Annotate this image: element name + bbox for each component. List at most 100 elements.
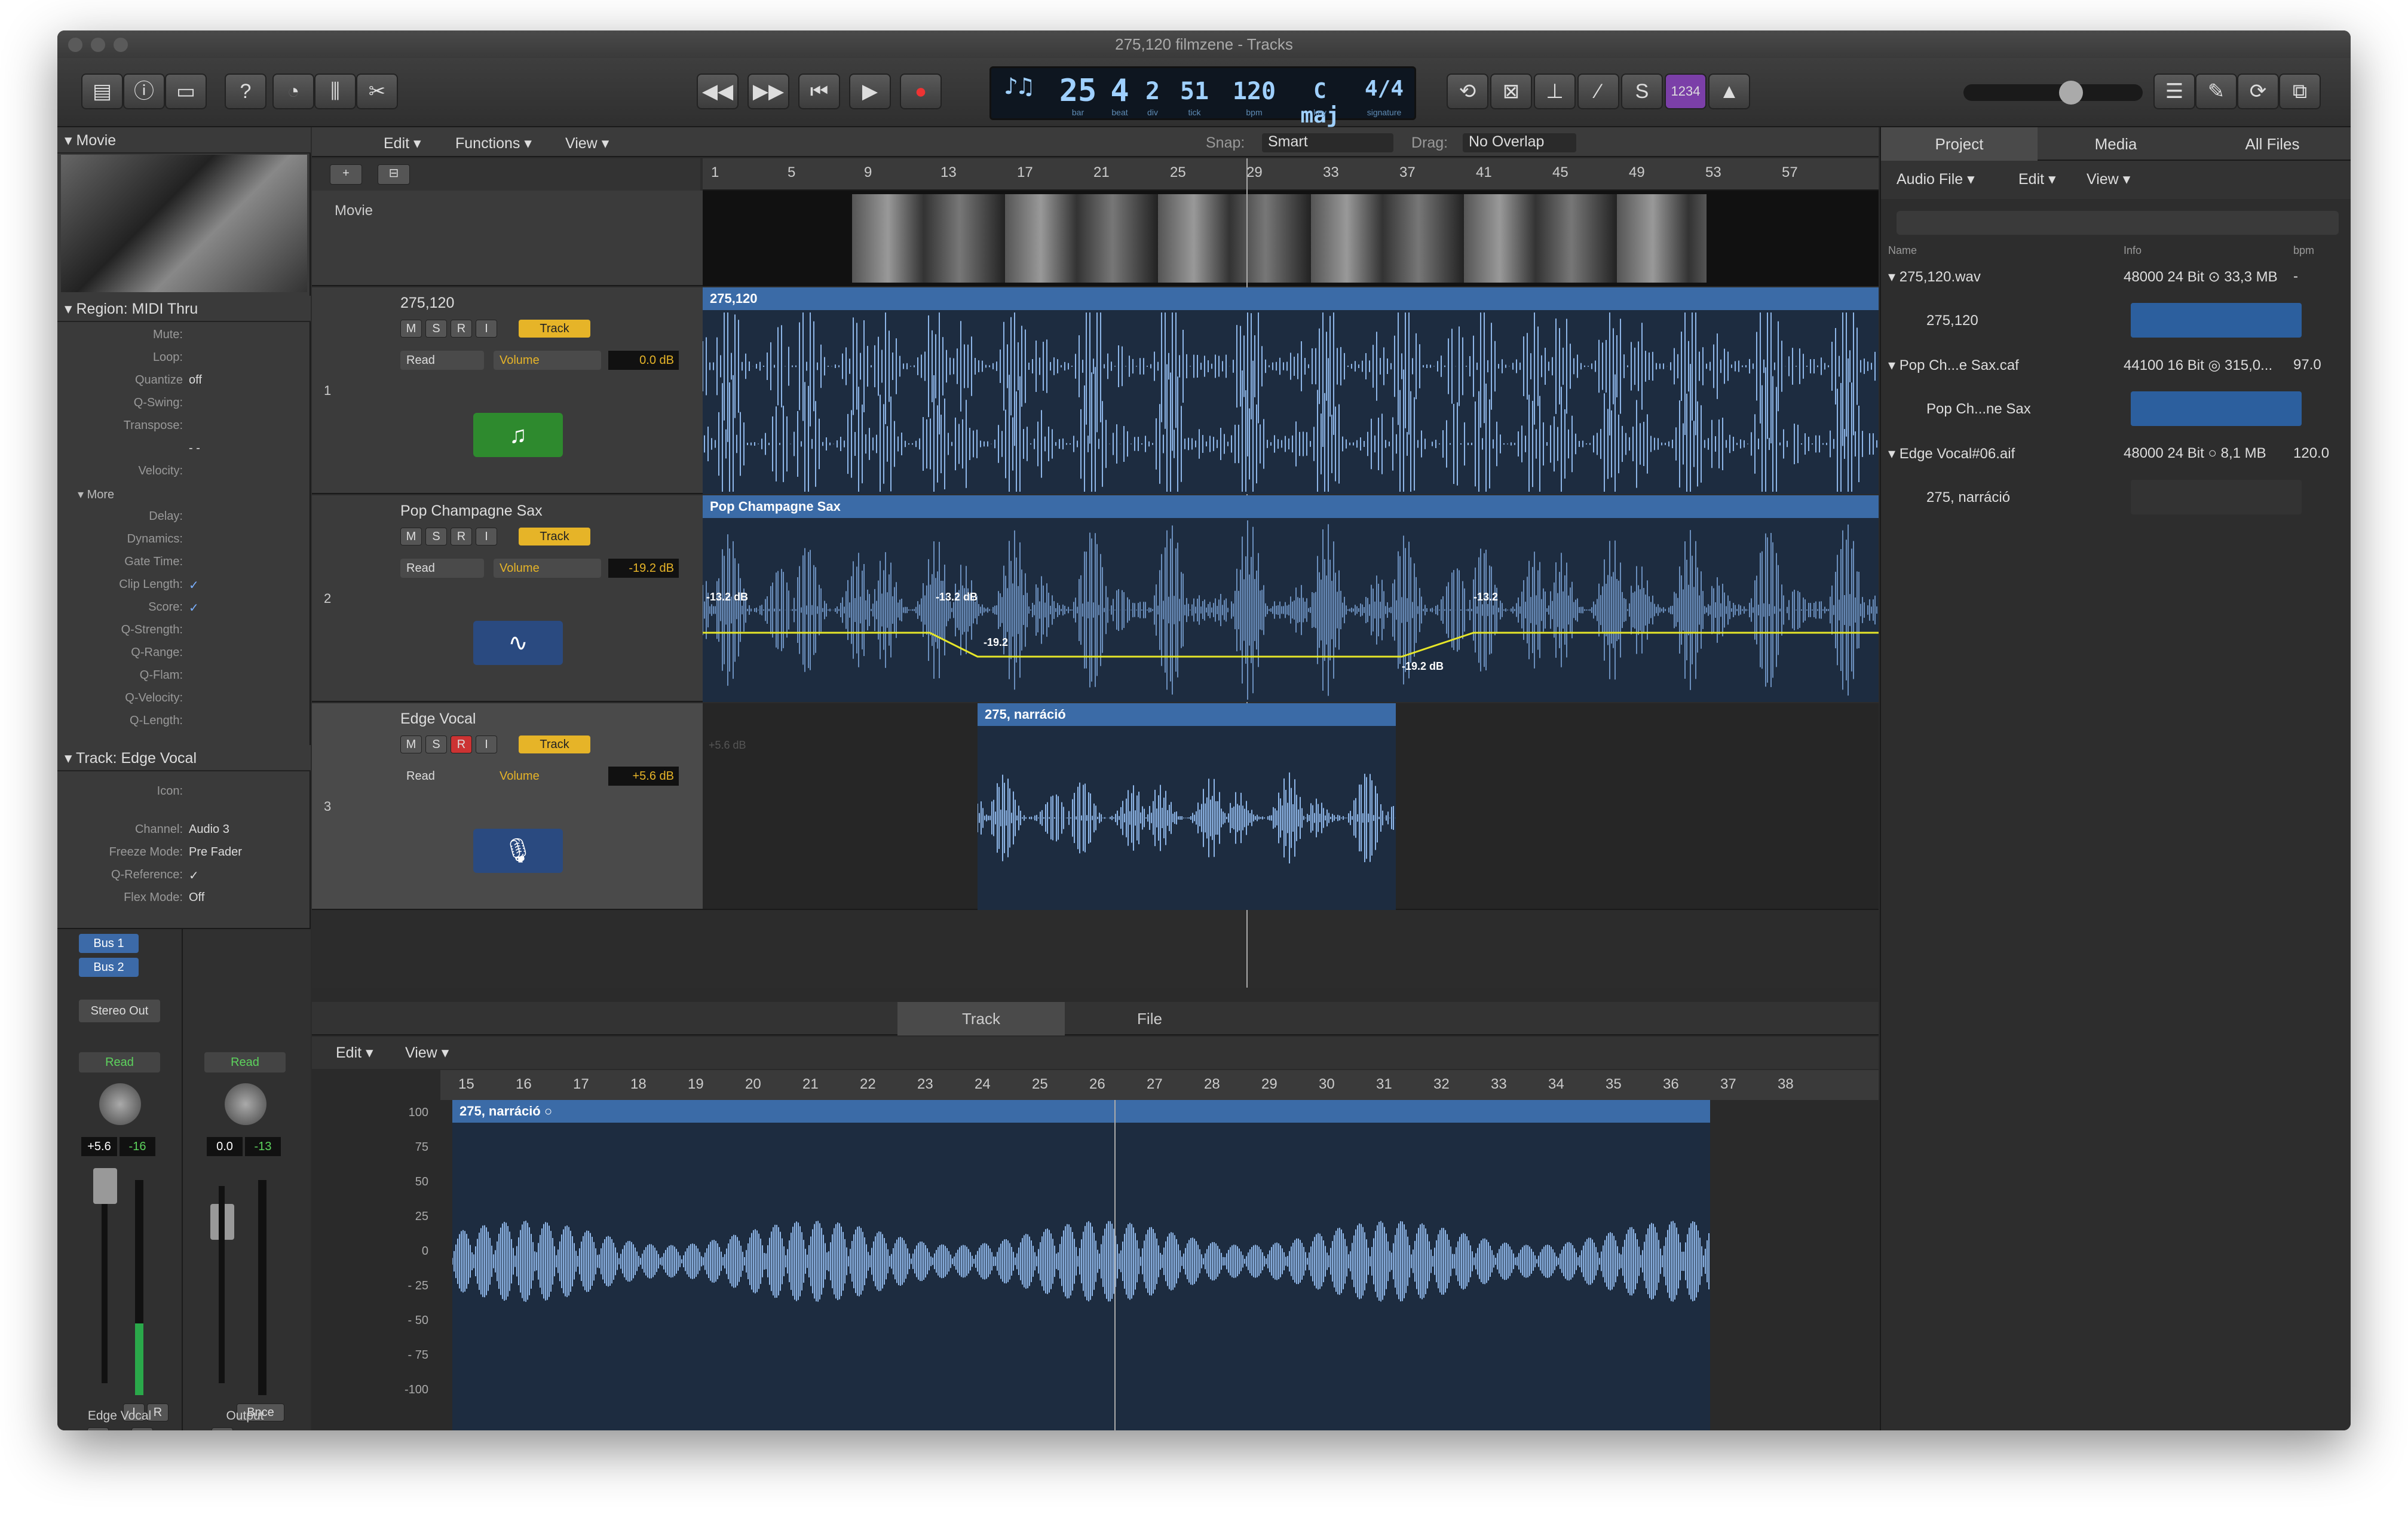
ch2-pan-knob[interactable]: [225, 1083, 266, 1125]
tab-file[interactable]: File: [1066, 1002, 1233, 1035]
audio-region[interactable]: Pop Champagne Sax -13.2 dB -13.2 dB -19.2 -1…: [703, 495, 1879, 702]
automation-point-label[interactable]: -19.2: [984, 636, 1008, 649]
automation-point-label[interactable]: -13.2 dB: [936, 591, 978, 603]
editor-icon[interactable]: ▭: [165, 73, 207, 109]
to-start-icon[interactable]: ⏮: [798, 73, 840, 109]
play-icon[interactable]: ▶: [849, 73, 891, 109]
notepad-icon[interactable]: ✎: [2195, 73, 2237, 109]
bus1-send[interactable]: Bus 1: [79, 934, 139, 953]
track-name[interactable]: 275,120: [400, 295, 454, 312]
track-automation-mode[interactable]: Track: [519, 528, 590, 546]
minimize-button[interactable]: [91, 38, 105, 52]
record-button[interactable]: R: [451, 736, 472, 753]
inspector-value[interactable]: ✓: [189, 868, 199, 883]
metronome-icon[interactable]: ▲: [1708, 73, 1750, 109]
record-button[interactable]: R: [451, 320, 472, 338]
track-header[interactable]: 2 Pop Champagne Sax M S R I Track Read Volume -19…: [312, 495, 703, 702]
lcd-display[interactable]: ♪♫ 25 bar 4 beat 2 div 51 tick 120 bpm C…: [989, 66, 1416, 128]
file-region-name[interactable]: 275,120: [1926, 312, 1978, 329]
automation-point-label[interactable]: -13.2 dB: [706, 591, 748, 603]
ch1-mute[interactable]: M: [87, 1427, 109, 1430]
region-header[interactable]: Pop Champagne Sax: [703, 495, 1879, 518]
help-icon[interactable]: ?: [225, 73, 266, 109]
automation-parameter[interactable]: Volume: [494, 559, 601, 578]
file-region-preview[interactable]: [2131, 391, 2302, 426]
solo-button[interactable]: S: [425, 736, 447, 753]
file-name[interactable]: ▾ Edge Vocal#06.aif: [1888, 445, 2015, 462]
ch1-pan-knob[interactable]: [99, 1083, 141, 1125]
replace-icon[interactable]: ⊠: [1490, 73, 1532, 109]
folder-icon[interactable]: ⊟: [378, 164, 410, 185]
zoom-button[interactable]: [114, 38, 128, 52]
input-button[interactable]: I: [476, 320, 497, 338]
track-automation-mode[interactable]: Track: [519, 320, 590, 338]
automation-value[interactable]: 0.0 dB: [608, 351, 679, 370]
file-region-name[interactable]: 275, narráció: [1926, 489, 2010, 506]
editors-icon[interactable]: ✂: [356, 73, 398, 109]
editor-ruler[interactable]: 15 16 17 18 19 20 21 22 23 24 25 26 27 28 29 30 31 32 33 34…: [440, 1070, 1879, 1100]
editor-region[interactable]: 275, narráció ○: [452, 1100, 1710, 1430]
browser-tab-media[interactable]: Media: [2038, 127, 2194, 161]
track-header[interactable]: 3 Edge Vocal M S R I Track Read Volume +5.6 dB 🎙: [312, 703, 703, 910]
audio-region[interactable]: 275,120: [703, 287, 1879, 494]
browser-tab-project[interactable]: Project: [1881, 127, 2038, 161]
output-selector[interactable]: Stereo Out: [79, 1000, 160, 1022]
solo-button[interactable]: S: [425, 528, 447, 546]
browser-tab-all-files[interactable]: All Files: [2194, 127, 2351, 161]
file-region-name[interactable]: Pop Ch...ne Sax: [1926, 401, 2031, 418]
track-automation-mode[interactable]: Track: [519, 736, 590, 753]
automation-read[interactable]: Read: [400, 351, 484, 370]
mute-button[interactable]: M: [400, 736, 422, 753]
ch1-automation[interactable]: Read: [79, 1052, 160, 1072]
browser-icon[interactable]: ⧉: [2279, 73, 2321, 109]
automation-read[interactable]: Read: [400, 767, 484, 786]
region-header[interactable]: 275,120: [703, 287, 1879, 310]
smart-controls-icon[interactable]: ◔: [272, 73, 314, 109]
list-icon[interactable]: ☰: [2153, 73, 2195, 109]
inspector-value[interactable]: off: [189, 373, 202, 387]
view-menu[interactable]: View ▾: [565, 134, 609, 152]
add-track-button[interactable]: +: [330, 164, 362, 185]
track-name[interactable]: Pop Champagne Sax: [400, 502, 543, 520]
movie-track-header[interactable]: Movie: [312, 191, 703, 286]
count-in-button[interactable]: 1234: [1665, 73, 1707, 109]
automation-value[interactable]: +5.6 dB: [608, 767, 679, 786]
master-volume-slider[interactable]: [1963, 81, 2143, 105]
drag-selector[interactable]: No Overlap: [1463, 133, 1576, 152]
editor-edit-menu[interactable]: Edit ▾: [336, 1044, 373, 1062]
region-section-header[interactable]: ▾ Region: MIDI Thru: [57, 296, 311, 322]
snap-selector[interactable]: Smart: [1262, 133, 1393, 152]
automation-read[interactable]: Read: [400, 559, 484, 578]
automation-point-label[interactable]: -13.2: [1473, 591, 1498, 603]
browser-edit-menu[interactable]: Edit ▾: [2018, 170, 2056, 188]
file-name[interactable]: ▾ Pop Ch...e Sax.caf: [1888, 357, 2019, 374]
column-bpm[interactable]: bpm: [2293, 244, 2314, 257]
functions-menu[interactable]: Functions ▾: [455, 134, 532, 152]
ch2-mute[interactable]: M: [212, 1427, 233, 1430]
automation-point-label[interactable]: -19.2 dB: [1402, 660, 1444, 673]
inspector-value[interactable]: Pre Fader: [189, 845, 242, 859]
input-button[interactable]: I: [476, 736, 497, 753]
file-name[interactable]: ▾ 275,120.wav: [1888, 268, 1981, 286]
tab-track[interactable]: Track: [897, 1002, 1065, 1035]
close-button[interactable]: [68, 38, 82, 52]
automation-parameter[interactable]: Volume: [494, 767, 601, 786]
inspector-value[interactable]: ✓: [189, 600, 199, 615]
forward-icon[interactable]: ▶▶: [747, 73, 789, 109]
editor-view-menu[interactable]: View ▾: [405, 1044, 449, 1062]
input-button[interactable]: I: [476, 528, 497, 546]
edit-menu[interactable]: Edit ▾: [384, 134, 421, 152]
ruler[interactable]: 1 5 9 13 17 21 25 29 33 37 41 45 49 53 57: [703, 158, 1879, 191]
rewind-icon[interactable]: ◀◀: [697, 73, 739, 109]
info-icon[interactable]: ⓘ: [123, 73, 165, 109]
mixer-icon[interactable]: ⫼: [314, 73, 356, 109]
inspector-value[interactable]: ✓: [189, 578, 199, 593]
ch1-solo[interactable]: S: [131, 1427, 153, 1430]
master-volume-knob[interactable]: [2059, 81, 2083, 105]
file-region-preview[interactable]: [2131, 480, 2302, 514]
file-region-preview[interactable]: [2131, 303, 2302, 338]
library-icon[interactable]: ▤: [81, 73, 123, 109]
browser-search-field[interactable]: [1897, 211, 2339, 235]
ch2-automation[interactable]: Read: [204, 1052, 286, 1072]
automation-value[interactable]: -19.2 dB: [608, 559, 679, 578]
